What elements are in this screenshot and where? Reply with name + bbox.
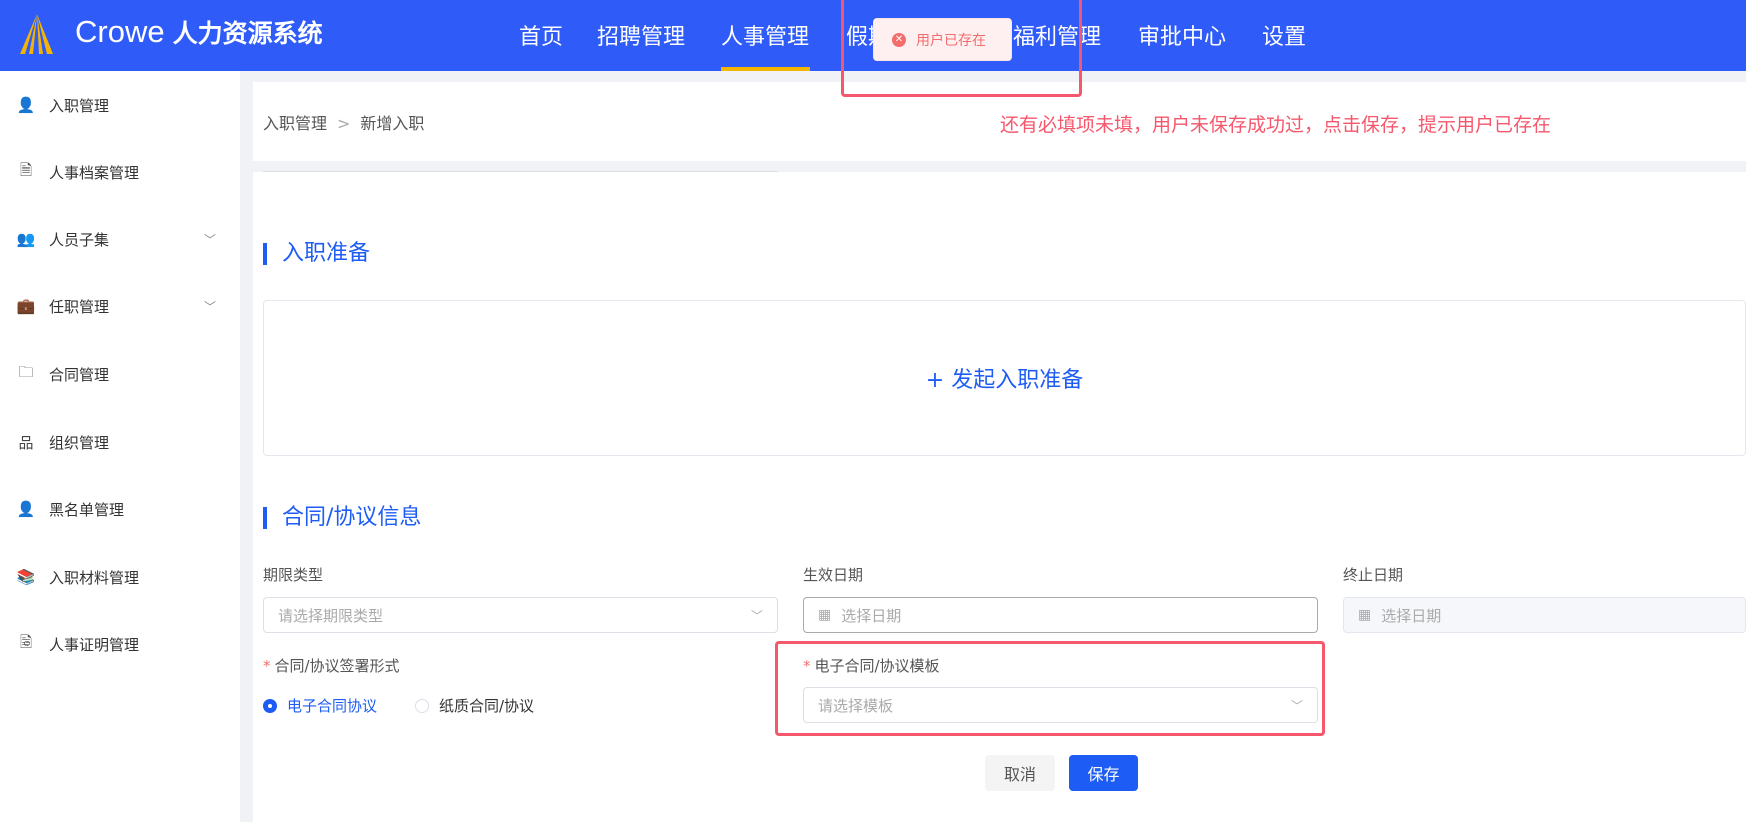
sidebar-item-subsets[interactable]: 👥 人员子集 ﹀ [0, 219, 240, 259]
term-type-label: 期限类型 [263, 566, 324, 584]
start-date-picker[interactable]: ▦ 选择日期 [803, 597, 1318, 633]
sidebar-item-positions[interactable]: 💼 任职管理 ﹀ [0, 286, 240, 326]
sidebar-item-materials[interactable]: 📚 入职材料管理 [0, 557, 240, 597]
sidebar-item-records[interactable]: 🗎 人事档案管理 [0, 152, 240, 192]
end-date-label: 终止日期 [1343, 566, 1404, 584]
breadcrumb-item[interactable]: 入职管理 [263, 114, 327, 133]
start-prep-button[interactable]: + 发起入职准备 [263, 300, 1746, 456]
save-button[interactable]: 保存 [1069, 755, 1138, 791]
books-icon: 📚 [16, 568, 36, 586]
sidebar-item-label: 黑名单管理 [49, 500, 125, 519]
chevron-down-icon: ﹀ [204, 299, 217, 314]
section-title-prep: 入职准备 [263, 243, 370, 265]
radio-unchecked-icon [415, 698, 429, 713]
nav-approval[interactable]: 审批中心 [1138, 19, 1226, 51]
start-prep-label: + 发起入职准备 [925, 368, 1084, 393]
start-date-label: 生效日期 [803, 566, 864, 584]
radio-label: 电子合同协议 [287, 697, 378, 715]
sidebar-item-label: 合同管理 [49, 365, 110, 384]
highlight-box-toast [841, 0, 1082, 97]
sidebar: 👤 入职管理 🗎 人事档案管理 👥 人员子集 ﹀ 💼 任职管理 ﹀ 🗀 合同管理 品组织管理 … [0, 71, 240, 822]
end-date-placeholder: 选择日期 [1381, 606, 1442, 625]
brand: Crowe 人力资源系统 [75, 14, 323, 50]
org-icon: 品 [18, 433, 34, 452]
radio-checked-icon [263, 698, 277, 713]
sidebar-item-blacklist[interactable]: 👤 黑名单管理 [0, 489, 240, 529]
cut-off-input-border [263, 171, 778, 172]
document-icon: 🗎 [19, 160, 33, 179]
highlight-box-template [775, 641, 1325, 736]
section-title-contract: 合同/协议信息 [263, 507, 421, 529]
nav-recruitment[interactable]: 招聘管理 [597, 19, 685, 51]
contract-icon: 🗀 [18, 362, 34, 381]
radio-electronic[interactable]: 电子合同协议 [263, 695, 377, 716]
sign-form-label: * 合同/协议签署形式 [263, 657, 400, 675]
radio-paper[interactable]: 纸质合同/协议 [415, 695, 534, 716]
active-nav-indicator [721, 67, 810, 71]
sidebar-item-label: 人事档案管理 [49, 163, 140, 182]
chevron-down-icon: ﹀ [204, 232, 217, 247]
briefcase-icon: 💼 [16, 297, 36, 315]
breadcrumb-current: 新增入职 [360, 114, 425, 133]
sidebar-item-label: 人员子集 [49, 230, 110, 249]
radio-label: 纸质合同/协议 [439, 697, 535, 715]
end-date-picker[interactable]: ▦ 选择日期 [1343, 597, 1746, 633]
chevron-down-icon: ﹀ [750, 608, 763, 623]
calendar-icon: ▦ [1358, 607, 1372, 623]
sidebar-item-contracts[interactable]: 🗀 合同管理 [0, 354, 240, 394]
user-block-icon: 👤 [16, 500, 36, 518]
users-icon: 👥 [16, 230, 36, 248]
sidebar-item-label: 入职材料管理 [49, 568, 140, 587]
start-date-placeholder: 选择日期 [841, 606, 902, 625]
nav-home[interactable]: 首页 [519, 19, 563, 51]
sidebar-item-certificates[interactable]: 🗟 人事证明管理 [0, 624, 240, 664]
nav-personnel[interactable]: 人事管理 [721, 19, 809, 51]
term-type-placeholder: 请选择期限类型 [278, 606, 384, 625]
user-add-icon: 👤 [16, 96, 36, 114]
annotation-note: 还有必填项未填，用户未保存成功过，点击保存，提示用户已存在 [1000, 114, 1552, 136]
sidebar-item-onboarding[interactable]: 👤 入职管理 [0, 85, 240, 125]
brand-name: Crowe [75, 14, 165, 49]
breadcrumb-separator-icon: > [337, 114, 351, 133]
system-name: 人力资源系统 [172, 20, 323, 48]
sidebar-item-label: 任职管理 [49, 297, 110, 316]
sidebar-item-label: 入职管理 [49, 96, 110, 115]
calendar-icon: ▦ [818, 607, 832, 623]
certificate-icon: 🗟 [19, 632, 33, 651]
crowe-logo-icon [20, 14, 53, 54]
nav-settings[interactable]: 设置 [1262, 19, 1306, 51]
term-type-select[interactable]: 请选择期限类型 ﹀ [263, 597, 778, 633]
sidebar-item-organization[interactable]: 品组织管理 [0, 422, 240, 462]
sidebar-item-label: 人事证明管理 [49, 635, 140, 654]
breadcrumb: 入职管理 > 新增入职 [263, 110, 424, 134]
sidebar-item-label: 组织管理 [49, 433, 110, 452]
sign-form-label-text: 合同/协议签署形式 [274, 657, 400, 675]
cancel-button[interactable]: 取消 [985, 755, 1055, 791]
